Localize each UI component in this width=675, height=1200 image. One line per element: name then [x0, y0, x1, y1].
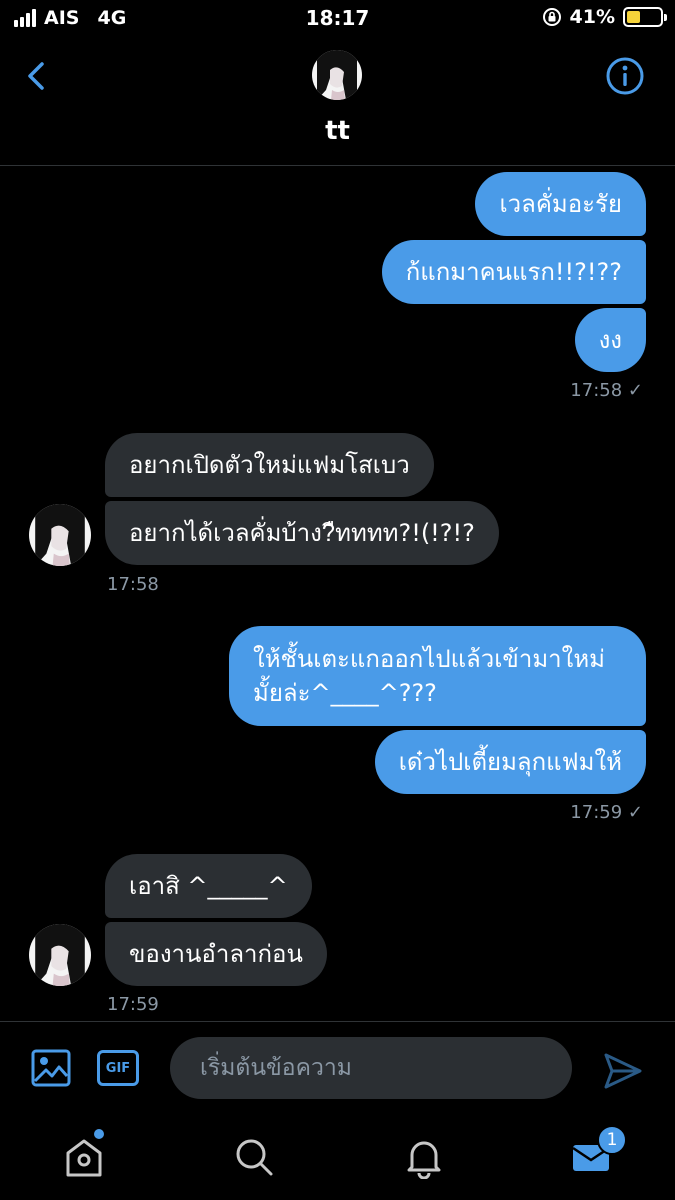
- send-icon[interactable]: [602, 1050, 644, 1092]
- message-line: มั้ยล่ะ^____^???: [253, 679, 437, 707]
- message-bubble-sent[interactable]: ให้ชั้นเตะแกออกไปแล้วเข้ามาใหม่ มั้ยล่ะ^…: [229, 626, 646, 726]
- tab-bar: 1: [0, 1109, 675, 1200]
- message-timestamp: 17:59 ✓: [570, 802, 643, 823]
- conversation-header: tt: [0, 38, 675, 166]
- message-bubble-received[interactable]: ของานอำลาก่อน: [105, 922, 327, 986]
- read-check-icon: ✓: [627, 802, 643, 823]
- message-bubble-sent[interactable]: ก้แกมาคนแรก!!?!??: [381, 240, 646, 304]
- message-line: ให้ชั้นเตะแกออกไปแล้วเข้ามาใหม่: [253, 645, 605, 673]
- home-notification-dot: [94, 1129, 104, 1139]
- home-icon[interactable]: [62, 1135, 106, 1179]
- orientation-lock-icon: [542, 8, 561, 26]
- avatar-image: [29, 924, 91, 986]
- search-icon[interactable]: [232, 1135, 276, 1179]
- message-timestamp: 17:58 ✓: [570, 380, 643, 401]
- status-right: 41%: [542, 6, 667, 28]
- messages-badge: 1: [597, 1125, 627, 1155]
- dm-screen: AIS 4G 18:17 41% tt เวลคั่มอะรัย ก้แกมาค…: [0, 0, 675, 1200]
- sender-avatar[interactable]: [29, 924, 91, 986]
- notifications-bell-icon[interactable]: [402, 1135, 446, 1179]
- avatar-image: [29, 504, 91, 566]
- sender-avatar[interactable]: [29, 504, 91, 566]
- gif-button[interactable]: GIF: [97, 1050, 139, 1086]
- status-bar: AIS 4G 18:17 41%: [0, 0, 675, 38]
- read-check-icon: ✓: [627, 380, 643, 401]
- message-timestamp: 17:59: [107, 994, 159, 1015]
- message-bubble-received[interactable]: อยากเปิดตัวใหม่แฟมโสเบว: [105, 433, 434, 497]
- battery-percent: 41%: [569, 6, 615, 28]
- timestamp-text: 17:59: [570, 802, 623, 823]
- back-button[interactable]: [18, 56, 58, 96]
- info-icon[interactable]: [605, 56, 645, 96]
- conversation-name[interactable]: tt: [0, 116, 675, 146]
- battery-fill: [627, 11, 641, 23]
- battery-icon: [623, 7, 667, 27]
- avatar-image: [312, 50, 362, 100]
- image-icon[interactable]: [31, 1048, 71, 1088]
- message-bubble-received[interactable]: อยากได้เวลคั่มบ้าง?ืทททท?!(!?!?: [105, 501, 499, 565]
- message-input[interactable]: [170, 1037, 572, 1099]
- message-bubble-sent[interactable]: เวลคั่มอะรัย: [475, 172, 646, 236]
- message-bubble-sent[interactable]: เด๋วไปเตี้ยมลุกแฟมให้: [374, 730, 646, 794]
- message-list: เวลคั่มอะรัย ก้แกมาคนแรก!!?!?? งง 17:58 …: [0, 166, 675, 1021]
- message-bubble-received[interactable]: เอาสิ ^_____^: [105, 854, 312, 918]
- timestamp-text: 17:58: [570, 380, 623, 401]
- message-bubble-sent[interactable]: งง: [574, 308, 646, 372]
- header-avatar[interactable]: [312, 50, 362, 100]
- message-timestamp: 17:58: [107, 574, 159, 595]
- composer-bar: GIF: [0, 1021, 675, 1109]
